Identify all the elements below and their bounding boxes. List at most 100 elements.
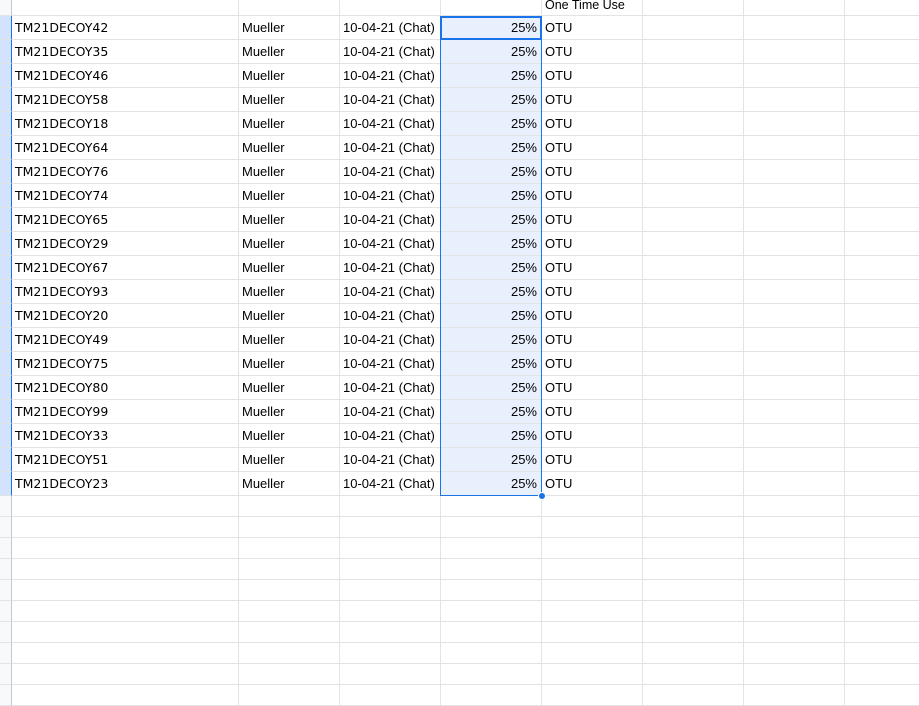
cell-type[interactable]: OTU	[542, 376, 643, 400]
cell-date[interactable]: 10-04-21 (Chat)	[340, 376, 441, 400]
cell-type[interactable]: OTU	[542, 352, 643, 376]
cell[interactable]	[643, 16, 744, 40]
cell[interactable]	[845, 559, 919, 580]
cell[interactable]	[239, 538, 340, 559]
cell-name[interactable]: Mueller	[239, 64, 340, 88]
cell[interactable]	[340, 0, 441, 16]
row-header[interactable]	[0, 664, 12, 685]
cell-name[interactable]: Mueller	[239, 160, 340, 184]
cell[interactable]	[542, 622, 643, 643]
cell-date[interactable]: 10-04-21 (Chat)	[340, 88, 441, 112]
cell[interactable]	[643, 424, 744, 448]
cell-pct[interactable]: 25%	[441, 184, 542, 208]
cell[interactable]	[845, 424, 919, 448]
row-header[interactable]	[0, 112, 12, 136]
cell-pct[interactable]: 25%	[441, 256, 542, 280]
cell[interactable]	[12, 685, 239, 706]
cell[interactable]	[643, 448, 744, 472]
cell[interactable]	[12, 496, 239, 517]
cell[interactable]	[744, 0, 845, 16]
cell[interactable]	[845, 16, 919, 40]
row-header[interactable]	[0, 0, 12, 16]
cell[interactable]	[542, 664, 643, 685]
cell[interactable]	[643, 184, 744, 208]
cell-code[interactable]: TM21DECOY67	[12, 256, 239, 280]
cell[interactable]	[845, 256, 919, 280]
cell[interactable]	[845, 328, 919, 352]
cell[interactable]	[744, 208, 845, 232]
cell[interactable]	[12, 622, 239, 643]
header-cell-one-time-use[interactable]: One Time Use	[542, 0, 643, 16]
cell[interactable]	[542, 601, 643, 622]
cell[interactable]	[643, 580, 744, 601]
cell[interactable]	[643, 280, 744, 304]
cell[interactable]	[643, 622, 744, 643]
cell-date[interactable]: 10-04-21 (Chat)	[340, 160, 441, 184]
cell-date[interactable]: 10-04-21 (Chat)	[340, 352, 441, 376]
cell[interactable]	[744, 232, 845, 256]
cell-pct[interactable]: 25%	[441, 352, 542, 376]
cell[interactable]	[845, 685, 919, 706]
cell[interactable]	[441, 517, 542, 538]
cell[interactable]	[340, 685, 441, 706]
cell-code[interactable]: TM21DECOY35	[12, 40, 239, 64]
cell-type[interactable]: OTU	[542, 16, 643, 40]
cell[interactable]	[845, 184, 919, 208]
cell[interactable]	[744, 538, 845, 559]
cell-pct[interactable]: 25%	[441, 424, 542, 448]
cell-name[interactable]: Mueller	[239, 280, 340, 304]
cell[interactable]	[643, 376, 744, 400]
cell-code[interactable]: TM21DECOY80	[12, 376, 239, 400]
cell[interactable]	[845, 601, 919, 622]
cell-date[interactable]: 10-04-21 (Chat)	[340, 64, 441, 88]
cell-code[interactable]: TM21DECOY18	[12, 112, 239, 136]
cell-name[interactable]: Mueller	[239, 448, 340, 472]
cell[interactable]	[239, 622, 340, 643]
cell[interactable]	[340, 643, 441, 664]
cell-date[interactable]: 10-04-21 (Chat)	[340, 472, 441, 496]
cell-code[interactable]: TM21DECOY93	[12, 280, 239, 304]
cell[interactable]	[845, 64, 919, 88]
cell-date[interactable]: 10-04-21 (Chat)	[340, 40, 441, 64]
cell[interactable]	[542, 643, 643, 664]
cell[interactable]	[845, 517, 919, 538]
cell[interactable]	[845, 643, 919, 664]
cell-pct[interactable]: 25%	[441, 328, 542, 352]
row-header[interactable]	[0, 304, 12, 328]
cell[interactable]	[441, 601, 542, 622]
cell-code[interactable]: TM21DECOY65	[12, 208, 239, 232]
cell[interactable]	[340, 601, 441, 622]
cell[interactable]	[12, 0, 239, 16]
row-header[interactable]	[0, 400, 12, 424]
cell[interactable]	[643, 643, 744, 664]
cell-type[interactable]: OTU	[542, 304, 643, 328]
cell[interactable]	[845, 622, 919, 643]
cell[interactable]	[845, 538, 919, 559]
cell-code[interactable]: TM21DECOY76	[12, 160, 239, 184]
cell[interactable]	[643, 232, 744, 256]
cell-type[interactable]: OTU	[542, 40, 643, 64]
cell[interactable]	[744, 64, 845, 88]
cell[interactable]	[643, 685, 744, 706]
cell-name[interactable]: Mueller	[239, 376, 340, 400]
cell[interactable]	[744, 400, 845, 424]
cell-type[interactable]: OTU	[542, 232, 643, 256]
cell[interactable]	[239, 643, 340, 664]
cell[interactable]	[643, 0, 744, 16]
cell[interactable]	[643, 517, 744, 538]
cell[interactable]	[744, 16, 845, 40]
cell[interactable]	[340, 538, 441, 559]
cell[interactable]	[845, 208, 919, 232]
cell-date[interactable]: 10-04-21 (Chat)	[340, 424, 441, 448]
cell-pct[interactable]: 25%	[441, 400, 542, 424]
row-header[interactable]	[0, 40, 12, 64]
cell-type[interactable]: OTU	[542, 400, 643, 424]
cell[interactable]	[845, 0, 919, 16]
cell[interactable]	[744, 622, 845, 643]
cell-pct[interactable]: 25%	[441, 472, 542, 496]
cell-date[interactable]: 10-04-21 (Chat)	[340, 208, 441, 232]
cell[interactable]	[340, 622, 441, 643]
cell[interactable]	[845, 232, 919, 256]
cell-date[interactable]: 10-04-21 (Chat)	[340, 232, 441, 256]
cell-name[interactable]: Mueller	[239, 256, 340, 280]
